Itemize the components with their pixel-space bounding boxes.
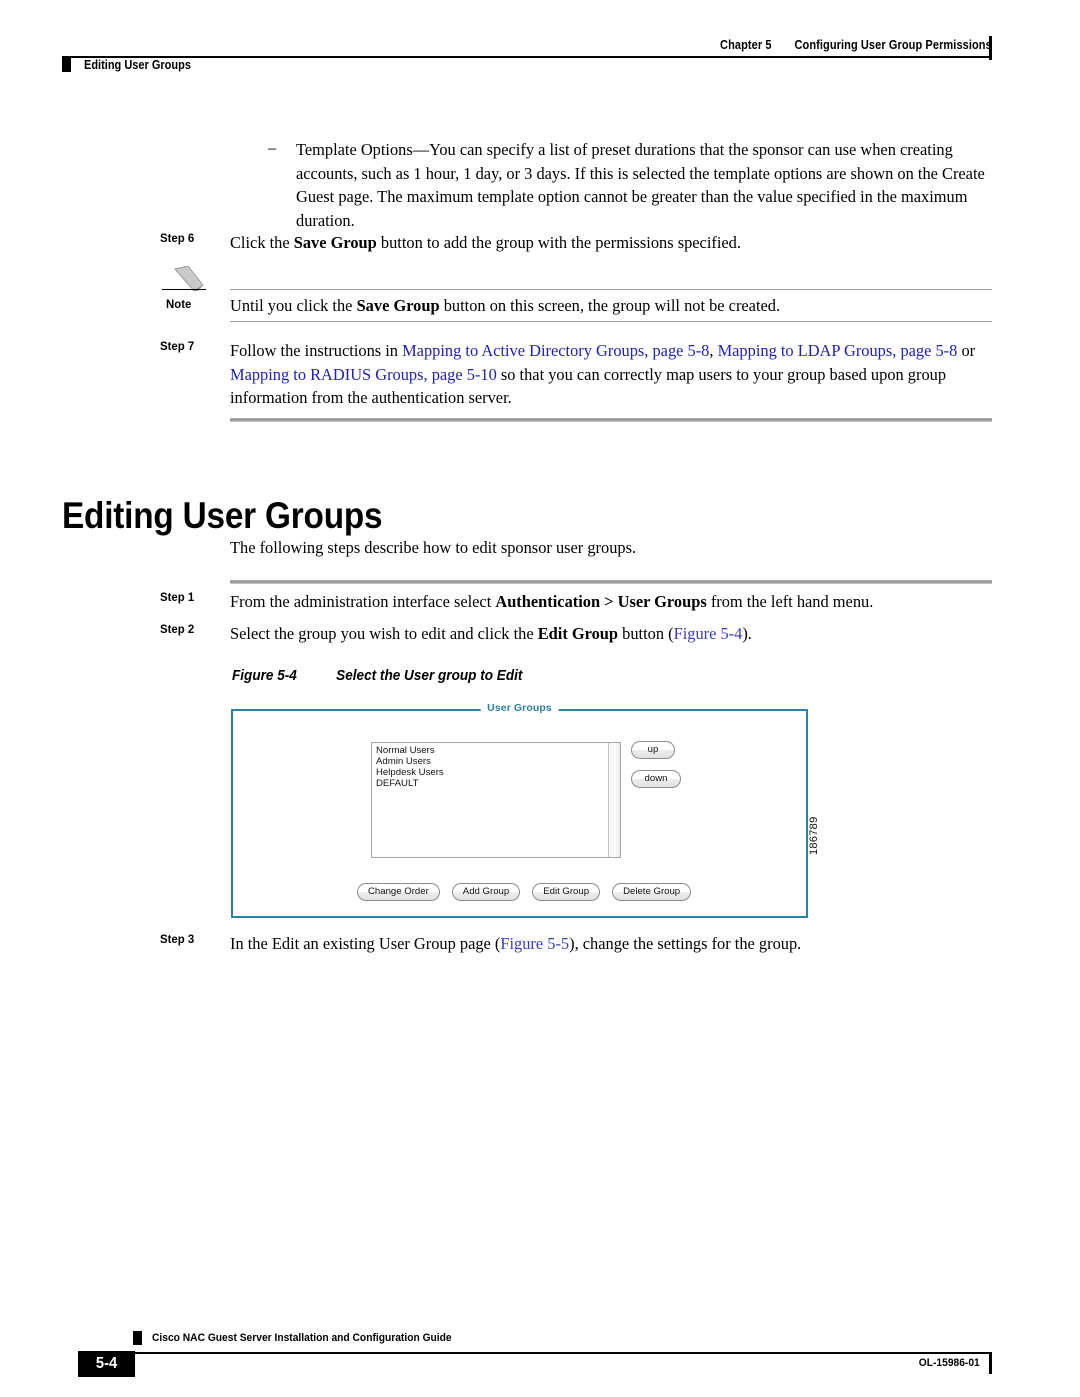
authentication-user-groups-bold: Authentication > User Groups <box>495 592 707 611</box>
move-down-button[interactable]: down <box>631 770 681 788</box>
page-footer <box>0 1300 1080 1390</box>
user-groups-list[interactable]: Normal Users Admin Users Helpdesk Users … <box>376 745 444 789</box>
footer-bullet-square <box>133 1331 142 1345</box>
note-text-a: Until you click the <box>230 296 357 315</box>
list-item[interactable]: Helpdesk Users <box>376 767 444 778</box>
step-2-text-b: button ( <box>618 624 674 643</box>
step-3-text-a: In the Edit an existing User Group page … <box>230 934 501 953</box>
document-page: Chapter 5 Configuring User Group Permissi… <box>0 0 1080 1397</box>
step-2-text-a: Select the group you wish to edit and cl… <box>230 624 538 643</box>
header-chapter-title: Configuring User Group Permissions <box>794 38 992 52</box>
move-up-button[interactable]: up <box>631 741 675 759</box>
change-order-button[interactable]: Change Order <box>357 883 440 901</box>
footer-guide-title: Cisco NAC Guest Server Installation and … <box>152 1332 452 1344</box>
link-mapping-active-directory[interactable]: Mapping to Active Directory Groups, page… <box>402 341 709 360</box>
header-chapter-line: Chapter 5 Configuring User Group Permissi… <box>720 38 992 52</box>
link-mapping-radius[interactable]: Mapping to RADIUS Groups, page 5-10 <box>230 365 497 384</box>
footer-doc-number: OL-15986-01 <box>919 1357 980 1369</box>
link-figure-5-5[interactable]: Figure 5-5 <box>500 934 569 953</box>
page-header: Chapter 5 Configuring User Group Permissi… <box>0 0 1080 80</box>
header-chapter-number: Chapter 5 <box>720 38 772 52</box>
figure-user-groups-panel: User Groups Normal Users Admin Users Hel… <box>231 702 808 918</box>
section-divider-rule-bottom <box>230 580 992 584</box>
step-7: Step 7 Follow the instructions in Mappin… <box>160 339 996 410</box>
section-intro: The following steps describe how to edit… <box>230 538 637 557</box>
list-item[interactable]: DEFAULT <box>376 778 444 789</box>
listbox-scrollbar[interactable] <box>608 743 620 857</box>
fieldset-legend-user-groups: User Groups <box>480 702 559 714</box>
step-6-text-b: button to add the group with the permiss… <box>376 233 741 252</box>
note-text-b: button on this screen, the group will no… <box>439 296 781 315</box>
step-3-text-b: ), change the settings for the group. <box>569 934 802 953</box>
step-3-label: Step 3 <box>160 932 195 946</box>
note-save-group-bold: Save Group <box>356 296 440 315</box>
list-item[interactable]: Normal Users <box>376 745 444 756</box>
figure-caption-number: Figure 5-4 <box>232 668 297 684</box>
note-label: Note <box>166 297 192 311</box>
step-6-text-a: Click the <box>230 233 294 252</box>
edit-group-button[interactable]: Edit Group <box>532 883 601 901</box>
section-divider-rule-top <box>230 418 992 422</box>
link-figure-5-4[interactable]: Figure 5-4 <box>674 624 743 643</box>
template-options-bullet: – Template Options—You can specify a lis… <box>268 138 996 232</box>
list-item[interactable]: Admin Users <box>376 756 444 767</box>
step-6-text: Click the Save Group button to add the g… <box>230 231 996 255</box>
bullet-lead: Template Options <box>296 140 413 159</box>
figure-id-number: 186789 <box>808 816 820 855</box>
header-bullet-square <box>62 58 71 72</box>
step-2-text: Select the group you wish to edit and cl… <box>230 622 996 646</box>
step-7-text: Follow the instructions in Mapping to Ac… <box>230 339 996 410</box>
step-1-text: From the administration interface select… <box>230 590 996 614</box>
step-1-text-a: From the administration interface select <box>230 592 496 611</box>
bullet-dash: – <box>268 138 277 157</box>
header-running-head: Editing User Groups <box>84 58 191 72</box>
link-mapping-ldap[interactable]: Mapping to LDAP Groups, page 5-8 <box>718 341 958 360</box>
step-1: Step 1 From the administration interface… <box>160 590 996 614</box>
step-7-text-c: or <box>957 341 976 360</box>
step-2: Step 2 Select the group you wish to edit… <box>160 622 996 646</box>
edit-group-bold: Edit Group <box>537 624 619 643</box>
note-icon-underline <box>162 289 206 290</box>
step-3-text: In the Edit an existing User Group page … <box>230 932 996 956</box>
step-1-label: Step 1 <box>160 590 195 604</box>
step-2-text-c: ). <box>742 624 752 643</box>
step-3: Step 3 In the Edit an existing User Grou… <box>160 932 996 956</box>
user-groups-listbox[interactable]: Normal Users Admin Users Helpdesk Users … <box>371 742 621 858</box>
note-top-rule <box>230 289 992 290</box>
step-2-label: Step 2 <box>160 622 195 636</box>
figure-caption-title: Select the User group to Edit <box>336 668 523 684</box>
page-title: Editing User Groups <box>62 494 383 536</box>
note-text: Until you click the Save Group button on… <box>230 294 992 318</box>
add-group-button[interactable]: Add Group <box>451 883 521 901</box>
figure-button-row: Change Order Add Group Edit Group Delete… <box>357 883 692 901</box>
footer-rule <box>133 1352 990 1354</box>
footer-page-number: 5-4 <box>78 1351 136 1377</box>
footer-margin-tick <box>989 1352 992 1374</box>
save-group-bold: Save Group <box>293 233 377 252</box>
step-1-text-b: from the left hand menu. <box>706 592 874 611</box>
figure-caption: Figure 5-4 Select the User group to Edit <box>232 668 522 684</box>
bullet-body: Template Options—You can specify a list … <box>296 138 996 232</box>
note-bottom-rule <box>230 321 992 322</box>
step-7-text-b: , <box>709 341 718 360</box>
delete-group-button[interactable]: Delete Group <box>612 883 692 901</box>
step-7-text-a: Follow the instructions in <box>230 341 403 360</box>
step-6: Step 6 Click the Save Group button to ad… <box>160 231 996 255</box>
header-rule <box>62 56 990 58</box>
step-6-label: Step 6 <box>160 231 195 245</box>
step-7-label: Step 7 <box>160 339 195 353</box>
